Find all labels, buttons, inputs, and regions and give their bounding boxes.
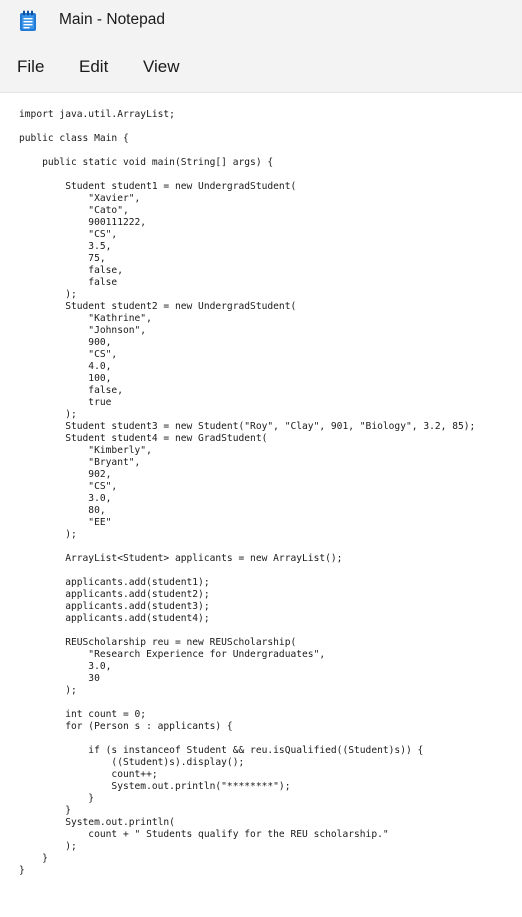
text-editor[interactable]: import java.util.ArrayList; public class… xyxy=(0,93,522,917)
menu-edit[interactable]: Edit xyxy=(79,57,108,77)
title-bar[interactable]: Main - Notepad xyxy=(0,0,522,42)
editor-content[interactable]: import java.util.ArrayList; public class… xyxy=(19,109,475,877)
window-title: Main - Notepad xyxy=(59,11,165,28)
notepad-window: Main - Notepad File Edit View import jav… xyxy=(0,0,522,917)
menu-file[interactable]: File xyxy=(17,57,44,77)
notepad-icon xyxy=(19,10,37,32)
menu-bar: File Edit View xyxy=(0,42,522,93)
menu-view[interactable]: View xyxy=(143,57,180,77)
